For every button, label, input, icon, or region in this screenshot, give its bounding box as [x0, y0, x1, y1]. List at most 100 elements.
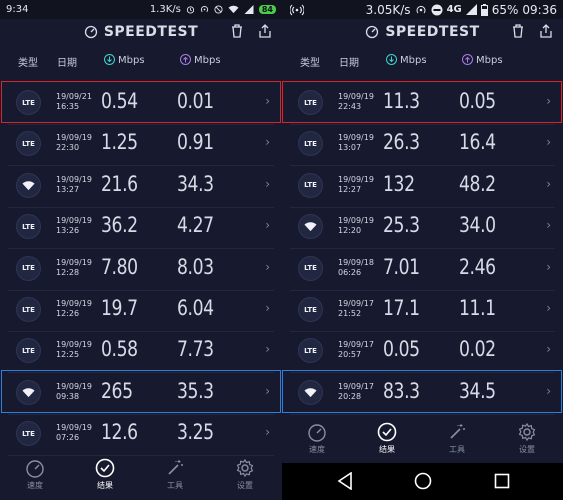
recents-icon[interactable]	[494, 472, 510, 490]
chevron-right-icon: ›	[265, 176, 270, 191]
upload-value: 6.04	[177, 296, 214, 320]
result-date: 19/09/19 12:28	[56, 257, 92, 277]
do-not-disturb-icon	[431, 4, 443, 15]
download-value: 17.1	[383, 296, 420, 320]
result-date: 19/09/19 07:26	[56, 423, 92, 443]
status-bar: 3.05K/s 4G 65% 09:36	[282, 0, 563, 19]
chevron-right-icon: ›	[265, 218, 270, 233]
result-row[interactable]: LTE 19/09/19 12:25 0.58 7.73 ›	[0, 330, 282, 374]
bottom-tab-bar: 速度 结果 工具 设置	[0, 456, 282, 496]
network-speed: 1.3K/s	[149, 4, 181, 15]
alarm-icon	[186, 6, 194, 14]
chevron-right-icon: ›	[546, 218, 551, 233]
result-row[interactable]: LTE 19/09/19 12:28 7.80 8.03 ›	[0, 248, 282, 291]
result-row[interactable]: LTE 19/09/19 12:27 132 48.2 ›	[282, 165, 563, 208]
tab-label: 速度	[27, 481, 43, 490]
tab-settings[interactable]: 设置	[215, 456, 275, 491]
divider	[290, 413, 555, 415]
result-date: 19/09/19 12:20	[338, 216, 374, 236]
download-value: 1.25	[101, 130, 138, 155]
share-icon[interactable]	[258, 23, 272, 39]
share-icon[interactable]	[539, 23, 553, 39]
chevron-right-icon: ›	[265, 425, 270, 440]
tab-label: 结果	[97, 481, 113, 490]
result-row[interactable]: 19/09/19 13:27 21.6 34.3 ›	[0, 165, 282, 208]
home-icon[interactable]	[414, 472, 432, 490]
result-date: 19/09/19 13:07	[338, 133, 374, 153]
wifi-icon	[298, 214, 323, 240]
tab-settings[interactable]: 设置	[497, 420, 557, 455]
back-icon[interactable]	[337, 472, 353, 490]
column-download: Mbps	[104, 54, 145, 66]
tab-label: 速度	[309, 445, 325, 454]
result-row[interactable]: LTE 19/09/19 22:30 1.25 0.91 ›	[0, 123, 282, 167]
result-row[interactable]: LTE 19/09/19 13:26 36.2 4.27 ›	[0, 206, 282, 250]
result-row[interactable]: LTE 19/09/19 07:26 12.6 3.25 ›	[0, 413, 282, 457]
result-row[interactable]: LTE 19/09/18 06:26 7.01 2.46 ›	[282, 248, 563, 291]
tab-tools[interactable]: 工具	[145, 456, 205, 491]
download-value: 21.6	[101, 171, 138, 196]
network-type: 4G	[446, 4, 462, 15]
speedometer-icon	[308, 424, 326, 442]
trash-icon[interactable]	[230, 23, 244, 39]
upload-value: 11.1	[459, 296, 496, 320]
tab-results[interactable]: 结果	[75, 456, 135, 491]
tab-results[interactable]: 结果	[357, 420, 417, 455]
result-date: 19/09/19 22:30	[56, 133, 92, 153]
left-screenshot: 9:34 1.3K/s 84 SPEEDTEST 类型 日期 Mbps Mbps…	[0, 0, 282, 500]
speedometer-logo-icon	[366, 25, 379, 39]
upload-value: 0.02	[459, 337, 496, 362]
tab-tools[interactable]: 工具	[427, 420, 487, 455]
chevron-right-icon: ›	[546, 176, 551, 191]
android-nav-bar	[282, 463, 563, 500]
result-date: 19/09/19 13:26	[56, 216, 92, 236]
download-value: 0.05	[383, 337, 420, 362]
chevron-right-icon: ›	[265, 135, 270, 150]
upload-value: 2.46	[459, 254, 496, 279]
chevron-right-icon: ›	[265, 301, 270, 315]
download-icon	[386, 54, 397, 65]
result-row[interactable]: LTE 19/09/17 20:57 0.05 0.02 ›	[282, 330, 563, 374]
results-header: 类型 日期 Mbps Mbps	[0, 50, 282, 72]
speedometer-icon	[26, 460, 44, 478]
selected-row-highlight	[1, 81, 281, 123]
download-value: 25.3	[383, 213, 420, 238]
upload-icon	[180, 54, 191, 65]
app-title: SPEEDTEST	[385, 24, 480, 40]
lte-badge: LTE	[298, 131, 323, 157]
download-value: 12.6	[101, 420, 138, 445]
selected-row-highlight	[282, 370, 562, 413]
tab-speed[interactable]: 速度	[5, 456, 65, 491]
lte-badge: LTE	[16, 338, 41, 364]
column-type: 类型	[18, 58, 38, 69]
column-upload: Mbps	[180, 54, 221, 66]
result-date: 19/09/17 20:57	[338, 340, 374, 360]
result-row[interactable]: LTE 19/09/17 21:52 17.1 11.1 ›	[282, 289, 563, 332]
app-title: SPEEDTEST	[103, 24, 199, 40]
magic-wand-icon	[168, 460, 183, 475]
lte-badge: LTE	[16, 421, 41, 447]
gear-icon	[518, 422, 536, 442]
trash-icon[interactable]	[511, 23, 525, 39]
download-value: 7.01	[383, 254, 420, 279]
status-bar: 9:34 1.3K/s 84	[0, 0, 282, 19]
battery-percent: 65%	[491, 2, 519, 17]
result-date: 19/09/18 06:26	[338, 257, 374, 277]
tab-label: 工具	[449, 445, 465, 454]
result-row[interactable]: 19/09/19 12:20 25.3 34.0 ›	[282, 206, 563, 250]
chevron-right-icon: ›	[546, 342, 551, 357]
result-row[interactable]: LTE 19/09/19 13:07 26.3 16.4 ›	[282, 123, 563, 167]
signal-icon	[244, 5, 254, 14]
upload-value: 8.03	[177, 254, 214, 279]
result-row[interactable]: LTE 19/09/19 12:26 19.7 6.04 ›	[0, 289, 282, 332]
upload-value: 0.91	[177, 130, 214, 155]
lte-badge: LTE	[298, 172, 323, 198]
column-download: Mbps	[386, 54, 427, 66]
app-bar: SPEEDTEST	[0, 19, 282, 45]
selected-row-highlight	[282, 81, 562, 123]
wifi-status-icon	[228, 5, 239, 14]
hotspot-icon	[416, 5, 426, 13]
download-value: 36.2	[101, 213, 138, 238]
tab-speed[interactable]: 速度	[287, 420, 347, 455]
result-date: 19/09/19 12:25	[56, 340, 92, 360]
